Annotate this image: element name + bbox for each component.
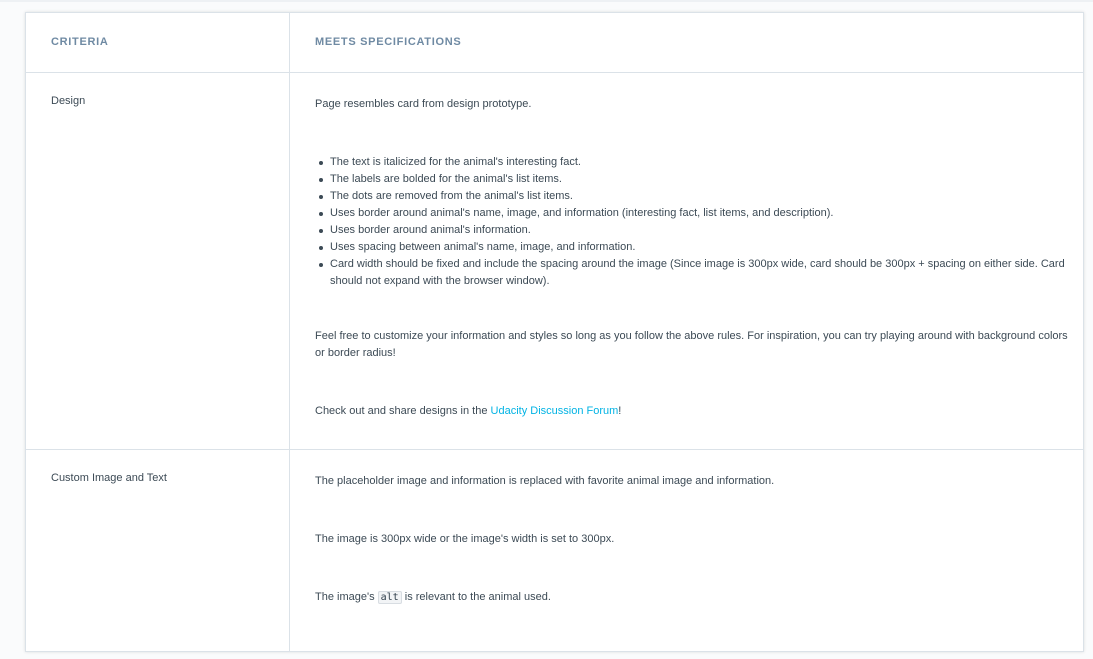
spec-bullet-list: The text is italicized for the animal's … [315,154,1075,290]
spec-paragraph: The image's alt is relevant to the anima… [315,589,1075,606]
alt-suffix: is relevant to the animal used. [401,591,551,603]
discussion-forum-link[interactable]: Udacity Discussion Forum [491,405,619,417]
share-suffix: ! [618,405,622,417]
meets-specifications-header: MEETS SPECIFICATIONS [315,36,462,48]
table-row-custom-image: Custom Image and Text The placeholder im… [26,449,1083,659]
criteria-header: CRITERIA [51,36,109,48]
list-item: Uses border around animal's name, image,… [319,205,1075,222]
list-item: The text is italicized for the animal's … [319,154,1075,171]
spec-intro: Page resembles card from design prototyp… [315,98,532,110]
spec-paragraph: The placeholder image and information is… [315,475,775,487]
rubric-table: CRITERIA MEETS SPECIFICATIONS Design Pag… [25,12,1084,652]
alt-code: alt [377,591,402,604]
list-item: The labels are bolded for the animal's l… [319,171,1075,188]
table-row-design: Design Page resembles card from design p… [26,72,1083,450]
spec-paragraph: The image is 300px wide or the image's w… [315,533,615,545]
top-divider [0,0,1093,2]
criteria-cell: Custom Image and Text [51,472,167,484]
list-item: Uses border around animal's information. [319,222,1075,239]
spec-share: Check out and share designs in the Udaci… [315,403,1075,420]
share-prefix: Check out and share designs in the [315,405,491,417]
list-item: Card width should be fixed and include t… [319,256,1075,290]
list-item: The dots are removed from the animal's l… [319,188,1075,205]
spec-note: Feel free to customize your information … [315,330,1068,359]
alt-prefix: The image's [315,591,378,603]
list-item: Uses spacing between animal's name, imag… [319,239,1075,256]
table-header: CRITERIA MEETS SPECIFICATIONS [26,13,1083,73]
criteria-cell: Design [51,95,86,107]
